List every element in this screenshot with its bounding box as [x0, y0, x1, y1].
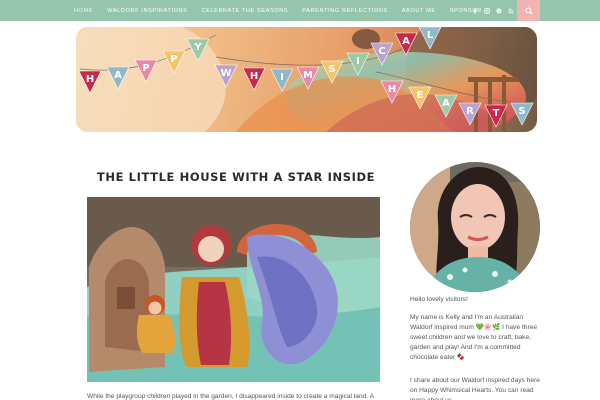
facebook-icon[interactable] [472, 8, 478, 14]
top-navigation-bar: HOME WALDORF INSPIRATIONS CELEBRATE THE … [0, 0, 600, 21]
rss-icon[interactable] [508, 8, 514, 14]
bunting-letter: I [356, 56, 360, 67]
nav-item-about-me[interactable]: ABOUT ME [402, 8, 436, 14]
sidebar-share: I share about our Waldorf inspired days … [410, 377, 540, 400]
sidebar-intro: My name is Kelly and I'm an Australian W… [410, 314, 537, 361]
bunting-letter: E [417, 90, 424, 101]
nav-item-celebrate-the-seasons[interactable]: CELEBRATE THE SEASONS [202, 8, 289, 14]
author-profile-photo[interactable] [410, 162, 540, 292]
bunting-letter: H [86, 74, 94, 85]
search-icon [524, 6, 533, 15]
bunting-letter: P [170, 54, 177, 65]
bunting-letter: A [402, 36, 410, 47]
bunting-letter: W [220, 68, 231, 79]
social-links [472, 0, 514, 21]
bunting-letter: T [493, 108, 500, 119]
main-menu: HOME WALDORF INSPIRATIONS CELEBRATE THE … [74, 0, 496, 21]
bunting-letter: Y [193, 42, 202, 53]
bunting-letter: M [303, 70, 313, 81]
banner-artwork: H A P P Y W H I M S I C A L H E A R T S [76, 27, 537, 132]
bunting-letter: A [442, 98, 450, 109]
post-title[interactable]: THE LITTLE HOUSE WITH A STAR INSIDE [86, 170, 386, 184]
bunting-letter: A [114, 70, 122, 81]
header-banner[interactable]: H A P P Y W H I M S I C A L H E A R T S [76, 27, 537, 132]
bunting-letter: S [328, 64, 335, 75]
bunting-letter: H [388, 84, 396, 95]
bunting-letter: P [142, 63, 149, 74]
post-excerpt: While the playgroup children played in t… [87, 393, 375, 400]
bunting-letter: L [427, 30, 434, 41]
bunting-letter: I [280, 72, 284, 83]
bunting-letter: H [250, 71, 258, 82]
nav-item-waldorf-inspirations[interactable]: WALDORF INSPIRATIONS [107, 8, 187, 14]
bunting-letter: S [518, 106, 525, 117]
nav-item-home[interactable]: HOME [74, 8, 93, 14]
bunting-flag: H [242, 67, 266, 91]
post-image-artwork [87, 197, 380, 382]
post-featured-image[interactable] [87, 197, 380, 382]
pinterest-icon[interactable] [496, 7, 502, 14]
search-button[interactable] [517, 0, 540, 21]
nav-item-parenting-reflections[interactable]: PARENTING REFLECTIONS [302, 8, 388, 14]
sidebar-greeting: Hello lovely visitors! [410, 296, 468, 303]
bunting-letter: C [378, 46, 385, 57]
author-portrait [410, 162, 540, 292]
instagram-icon[interactable] [484, 7, 490, 14]
bunting-letter: R [466, 106, 474, 117]
